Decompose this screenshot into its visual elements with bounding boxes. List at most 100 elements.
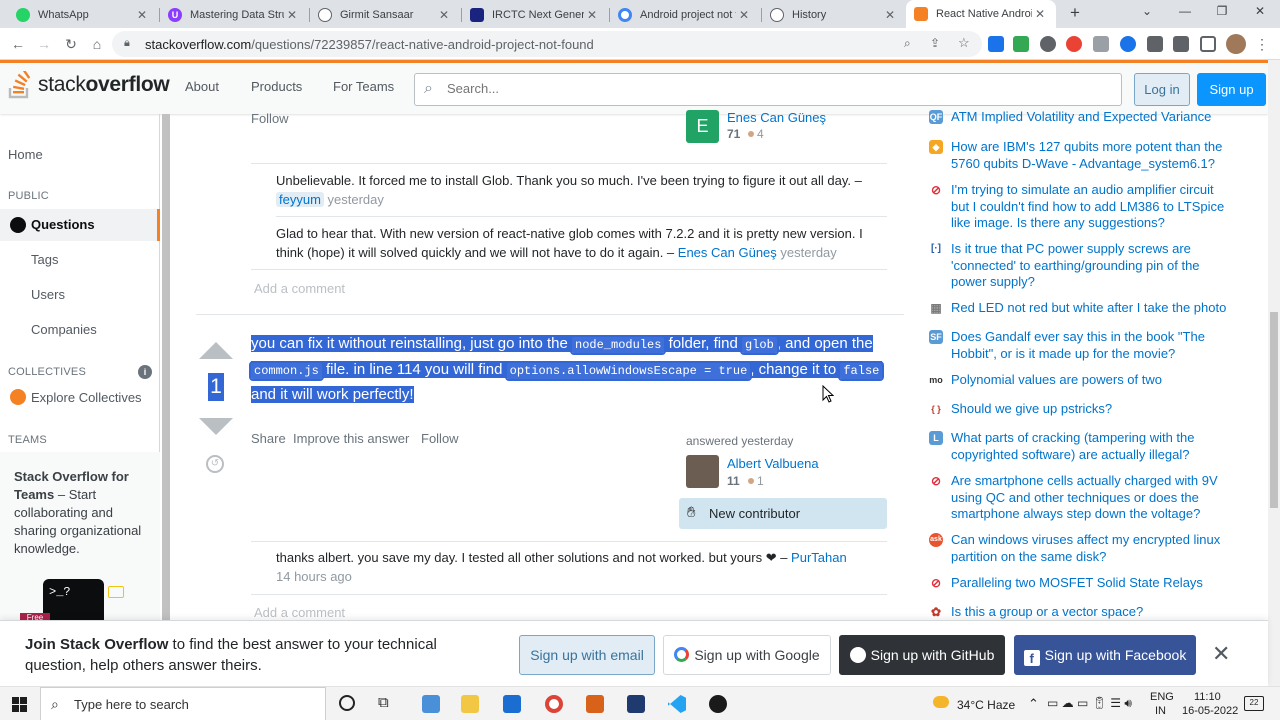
back-icon[interactable]: ← bbox=[8, 34, 28, 54]
tab-girmit-sansaar[interactable]: Girmit Sansaar ✕ bbox=[310, 2, 460, 28]
tab-irctc[interactable]: IRCTC Next Generation ✕ bbox=[462, 2, 608, 28]
menu-icon[interactable]: ⋮ bbox=[1252, 34, 1272, 54]
tab-mastering-data-structures[interactable]: U Mastering Data Structures ✕ bbox=[160, 2, 308, 28]
search-box[interactable]: ⌕ bbox=[414, 73, 1122, 106]
windows-start-icon[interactable] bbox=[12, 697, 27, 712]
sidebar-scrollbar[interactable] bbox=[162, 114, 170, 620]
language-region[interactable]: IN bbox=[1155, 705, 1166, 717]
extension-icon[interactable] bbox=[1066, 36, 1082, 52]
close-tab-icon[interactable]: ✕ bbox=[1032, 7, 1048, 21]
close-tab-icon[interactable]: ✕ bbox=[134, 8, 150, 22]
signup-email-button[interactable]: Sign up with email bbox=[519, 635, 655, 675]
hot-question-link[interactable]: Is this a group or a vector space? bbox=[951, 604, 1233, 621]
comment-time[interactable]: yesterday bbox=[328, 192, 384, 207]
new-contributor-badge[interactable]: ✋︎ New contributor bbox=[679, 498, 887, 529]
vscode-icon[interactable] bbox=[668, 695, 686, 713]
nav-home[interactable]: Home bbox=[8, 147, 43, 162]
new-tab-button[interactable]: + bbox=[1060, 3, 1090, 23]
hot-question-link[interactable]: I'm trying to simulate an audio amplifie… bbox=[951, 182, 1233, 232]
nav-products[interactable]: Products bbox=[251, 79, 302, 94]
extension-icon[interactable] bbox=[988, 36, 1004, 52]
nav-questions[interactable]: Questions bbox=[0, 209, 160, 241]
hot-question-link[interactable]: Polynomial values are powers of two bbox=[951, 372, 1233, 389]
comment-time[interactable]: 14 hours ago bbox=[276, 569, 352, 584]
extension-icon[interactable] bbox=[1013, 36, 1029, 52]
share-link[interactable]: Share bbox=[251, 431, 286, 446]
task-view-icon[interactable]: ⧉ bbox=[378, 694, 389, 711]
app-icon[interactable] bbox=[422, 695, 440, 713]
close-tab-icon[interactable]: ✕ bbox=[284, 8, 300, 22]
close-tab-icon[interactable]: ✕ bbox=[436, 8, 452, 22]
close-tab-icon[interactable]: ✕ bbox=[584, 8, 600, 22]
app-icon[interactable] bbox=[627, 695, 645, 713]
improve-answer-link[interactable]: Improve this answer bbox=[293, 431, 409, 446]
hot-question-link[interactable]: Does Gandalf ever say this in the book "… bbox=[951, 329, 1233, 362]
history-icon[interactable]: ↺ bbox=[206, 455, 224, 473]
nav-explore-collectives[interactable]: Explore Collectives bbox=[31, 390, 142, 405]
tab-search-icon[interactable]: ⌄ bbox=[1132, 4, 1162, 18]
hot-question-link[interactable]: Is it true that PC power supply screws a… bbox=[951, 241, 1233, 291]
follow-link[interactable]: Follow bbox=[421, 431, 459, 446]
hot-question-link[interactable]: Can windows viruses affect my encrypted … bbox=[951, 532, 1233, 565]
extension-icon[interactable] bbox=[1120, 36, 1136, 52]
show-hidden-icons[interactable]: ⌃ bbox=[1028, 696, 1039, 712]
comment-time[interactable]: yesterday bbox=[780, 245, 836, 260]
app-icon[interactable] bbox=[709, 695, 727, 713]
clock-time[interactable]: 11:10 bbox=[1194, 691, 1221, 703]
downvote-icon[interactable] bbox=[199, 418, 233, 435]
user-name-link[interactable]: Albert Valbuena bbox=[727, 456, 819, 471]
restore-icon[interactable]: ❐ bbox=[1207, 4, 1237, 18]
nav-about[interactable]: About bbox=[185, 79, 219, 94]
nav-companies[interactable]: Companies bbox=[31, 322, 97, 337]
reload-icon[interactable]: ↻ bbox=[61, 34, 81, 54]
signup-button[interactable]: Sign up bbox=[1197, 73, 1266, 106]
weather-text[interactable]: 34°C Haze bbox=[957, 698, 1015, 712]
bookmark-star-icon[interactable]: ☆ bbox=[958, 35, 970, 51]
tab-android-project-search[interactable]: Android project not fo ✕ bbox=[610, 2, 760, 28]
close-tab-icon[interactable]: ✕ bbox=[736, 8, 752, 22]
tray-icons[interactable]: ▭ ☁ ▭ 🔋︎ ☰ 🔊︎ bbox=[1047, 696, 1132, 711]
extension-icon[interactable] bbox=[1093, 36, 1109, 52]
extension-icon[interactable] bbox=[1040, 36, 1056, 52]
notification-icon[interactable]: 22 bbox=[1244, 696, 1264, 711]
nav-for-teams[interactable]: For Teams bbox=[333, 79, 394, 94]
avatar[interactable]: E bbox=[686, 110, 719, 143]
signup-google-button[interactable]: Sign up with Google bbox=[663, 635, 831, 675]
home-icon[interactable]: ⌂ bbox=[87, 34, 107, 54]
hot-question-link[interactable]: Red LED not red but white after I take t… bbox=[951, 300, 1233, 317]
login-button[interactable]: Log in bbox=[1134, 73, 1190, 106]
avatar[interactable] bbox=[686, 455, 719, 488]
comment-author-link[interactable]: PurTahan bbox=[791, 550, 847, 565]
comment-author-link[interactable]: Enes Can Güneş bbox=[678, 245, 777, 260]
taskbar-search[interactable]: ⌕ Type here to search bbox=[40, 687, 326, 720]
app-icon[interactable] bbox=[586, 695, 604, 713]
add-comment-link[interactable]: Add a comment bbox=[254, 605, 345, 620]
file-explorer-icon[interactable] bbox=[461, 695, 479, 713]
user-name-link[interactable]: Enes Can Güneş bbox=[727, 110, 826, 125]
nav-tags[interactable]: Tags bbox=[31, 252, 58, 267]
tab-react-native-android[interactable]: React Native Android ✕ bbox=[906, 0, 1056, 28]
hot-question-link[interactable]: What parts of cracking (tampering with t… bbox=[951, 430, 1233, 463]
minimize-icon[interactable]: — bbox=[1170, 4, 1200, 18]
info-icon[interactable]: i bbox=[138, 365, 152, 379]
forward-icon[interactable]: → bbox=[34, 34, 54, 54]
mail-icon[interactable] bbox=[503, 695, 521, 713]
hot-question-link[interactable]: Are smartphone cells actually charged wi… bbox=[951, 473, 1233, 523]
hot-question-link[interactable]: ATM Implied Volatility and Expected Vari… bbox=[951, 109, 1233, 126]
address-bar[interactable]: 🔒︎ stackoverflow.com/questions/72239857/… bbox=[112, 31, 982, 57]
close-window-icon[interactable]: ✕ bbox=[1245, 4, 1275, 18]
add-comment-link[interactable]: Add a comment bbox=[254, 281, 345, 296]
hot-question-link[interactable]: Should we give up pstricks? bbox=[951, 401, 1233, 418]
follow-link[interactable]: Follow bbox=[251, 111, 289, 126]
clock-date[interactable]: 16-05-2022 bbox=[1182, 705, 1238, 717]
stackoverflow-logo[interactable]: stackoverflow bbox=[8, 68, 170, 99]
zoom-icon[interactable]: ⌕ bbox=[904, 36, 911, 51]
share-icon[interactable]: ⇪ bbox=[930, 36, 940, 50]
comment-author-link[interactable]: feyyum bbox=[276, 192, 324, 207]
close-tab-icon[interactable]: ✕ bbox=[882, 8, 898, 22]
hot-question-link[interactable]: Paralleling two MOSFET Solid State Relay… bbox=[951, 575, 1233, 592]
answered-time[interactable]: answered yesterday bbox=[686, 434, 793, 448]
cortana-icon[interactable] bbox=[339, 695, 355, 711]
language-indicator[interactable]: ENG bbox=[1150, 691, 1174, 703]
page-scrollbar[interactable] bbox=[1268, 60, 1280, 686]
